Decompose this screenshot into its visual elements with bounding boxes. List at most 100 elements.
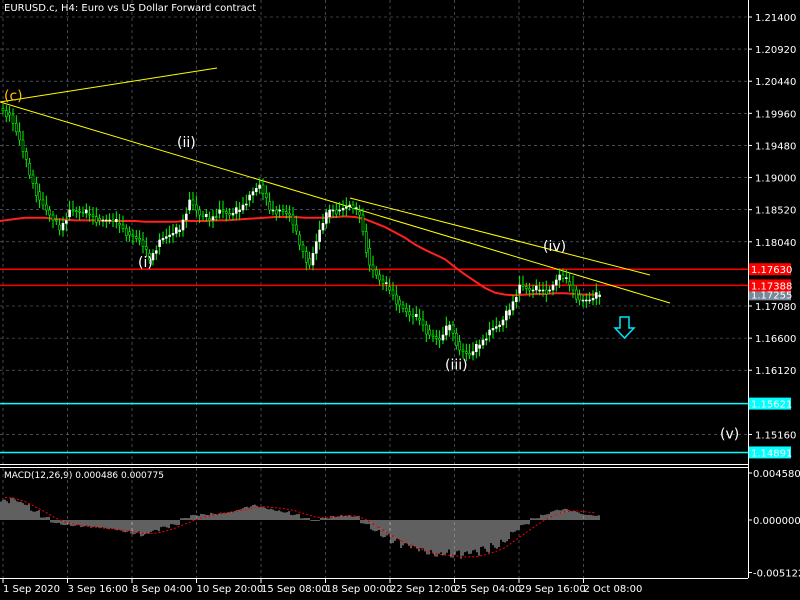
candle-body — [598, 294, 601, 297]
candle-body — [498, 324, 501, 327]
candle-body — [328, 209, 331, 217]
candle-body — [135, 236, 138, 239]
candle-body — [211, 216, 215, 221]
candle-body — [561, 274, 565, 279]
price-chart[interactable]: 1.172551.176301.173881.156211.14891 (c)(… — [0, 0, 800, 600]
candle-body — [168, 234, 171, 237]
candle-body — [301, 244, 305, 252]
candle-body — [354, 207, 358, 209]
candle-body — [438, 338, 441, 341]
time-axis: 1 Sep 2020 3 Sep 16:00 8 Sep 04:00 10 Sep 2… — [2, 578, 642, 595]
price-axis: 1.21400 1.20920 1.20440 1.19960 1.19480 1.190… — [748, 13, 796, 441]
candle-body — [558, 274, 561, 281]
candle-body — [591, 298, 595, 301]
price-tick-label: 1.20440 — [755, 77, 796, 88]
candle-body — [298, 234, 301, 246]
level-price-label: 1.17630 — [751, 265, 792, 276]
candle-body — [534, 285, 538, 291]
candle-body — [121, 224, 125, 229]
candle-body — [28, 163, 31, 176]
candle-body — [584, 299, 588, 302]
candle-body — [541, 289, 545, 292]
candle-body — [344, 206, 348, 209]
candle-body — [34, 183, 38, 196]
price-tick-label: 1.16120 — [755, 366, 796, 377]
macd-tick-label: 0.000000 — [753, 516, 800, 527]
candle-body — [235, 207, 238, 214]
candle-body — [468, 353, 471, 356]
candle-body — [568, 281, 571, 286]
candle-body — [318, 229, 321, 242]
candle-body — [494, 326, 498, 329]
candle-body — [394, 294, 398, 305]
candle-body — [454, 333, 458, 347]
candle-body — [578, 294, 581, 301]
candle-body — [201, 214, 205, 217]
candle-body — [524, 286, 528, 289]
candle-body — [388, 286, 391, 291]
candle-body — [268, 201, 271, 211]
candle-body — [431, 334, 435, 337]
candle-body — [161, 238, 165, 241]
candle-body — [95, 216, 98, 223]
candle-body — [108, 219, 111, 222]
macd-tick-label: 0.004580 — [753, 469, 800, 480]
candle-body — [101, 219, 105, 222]
level-price-label: 1.14891 — [751, 448, 792, 459]
candle-body — [384, 282, 388, 284]
candle-body — [198, 209, 201, 216]
price-tick-label: 1.15160 — [755, 430, 796, 441]
price-tick-label: 1.18520 — [755, 206, 796, 217]
time-tick-label: 10 Sep 20:00 — [197, 584, 264, 595]
time-tick-label: 8 Sep 04:00 — [132, 584, 192, 595]
candle-body — [91, 214, 95, 217]
candle-body — [228, 213, 231, 216]
candle-body — [81, 211, 85, 214]
candle-body — [404, 308, 408, 312]
candle-body — [238, 209, 241, 212]
price-tick-label: 1.18040 — [755, 238, 796, 249]
level-price-label: 1.17388 — [751, 281, 792, 292]
candle-body — [245, 203, 248, 206]
candle-body — [554, 279, 558, 286]
candle-body — [185, 213, 188, 221]
candle-body — [65, 220, 68, 224]
wave-label: (ii) — [177, 135, 196, 151]
candle-body — [225, 211, 228, 214]
candle-body — [171, 233, 175, 236]
candle-body — [5, 110, 8, 118]
upper-trendline[interactable] — [0, 67, 218, 103]
candle-body — [21, 139, 25, 152]
candle-body — [311, 253, 315, 266]
candle-body — [334, 209, 338, 215]
candle-body — [44, 204, 48, 211]
candle-body — [321, 223, 325, 231]
candle-body — [488, 329, 491, 336]
candle-body — [474, 344, 478, 352]
candle-body — [178, 229, 181, 232]
candle-body — [331, 209, 335, 212]
down-arrow-icon[interactable] — [613, 316, 636, 340]
candle-body — [271, 209, 275, 212]
candle-body — [304, 251, 308, 263]
price-tick-label: 1.19960 — [755, 109, 796, 120]
time-tick-label: 18 Sep 00:00 — [326, 584, 393, 595]
candle-body — [351, 204, 355, 209]
macd-axis: 0.004580 0.000000 -0.005122 — [748, 469, 800, 580]
candles — [1, 104, 601, 362]
candle-body — [574, 289, 578, 300]
price-tick-label: 1.17080 — [755, 302, 796, 313]
candle-body — [458, 341, 461, 351]
candle-body — [128, 231, 131, 236]
candle-body — [138, 238, 141, 241]
candle-body — [508, 309, 511, 316]
time-tick-label: 1 Sep 2020 — [3, 584, 60, 595]
candle-body — [71, 209, 75, 212]
candle-body — [401, 304, 405, 309]
candle-body — [284, 211, 288, 214]
candle-body — [441, 334, 445, 341]
candle-body — [208, 218, 211, 221]
candle-body — [241, 204, 245, 211]
candle-body — [391, 289, 395, 296]
candle-body — [248, 194, 251, 201]
